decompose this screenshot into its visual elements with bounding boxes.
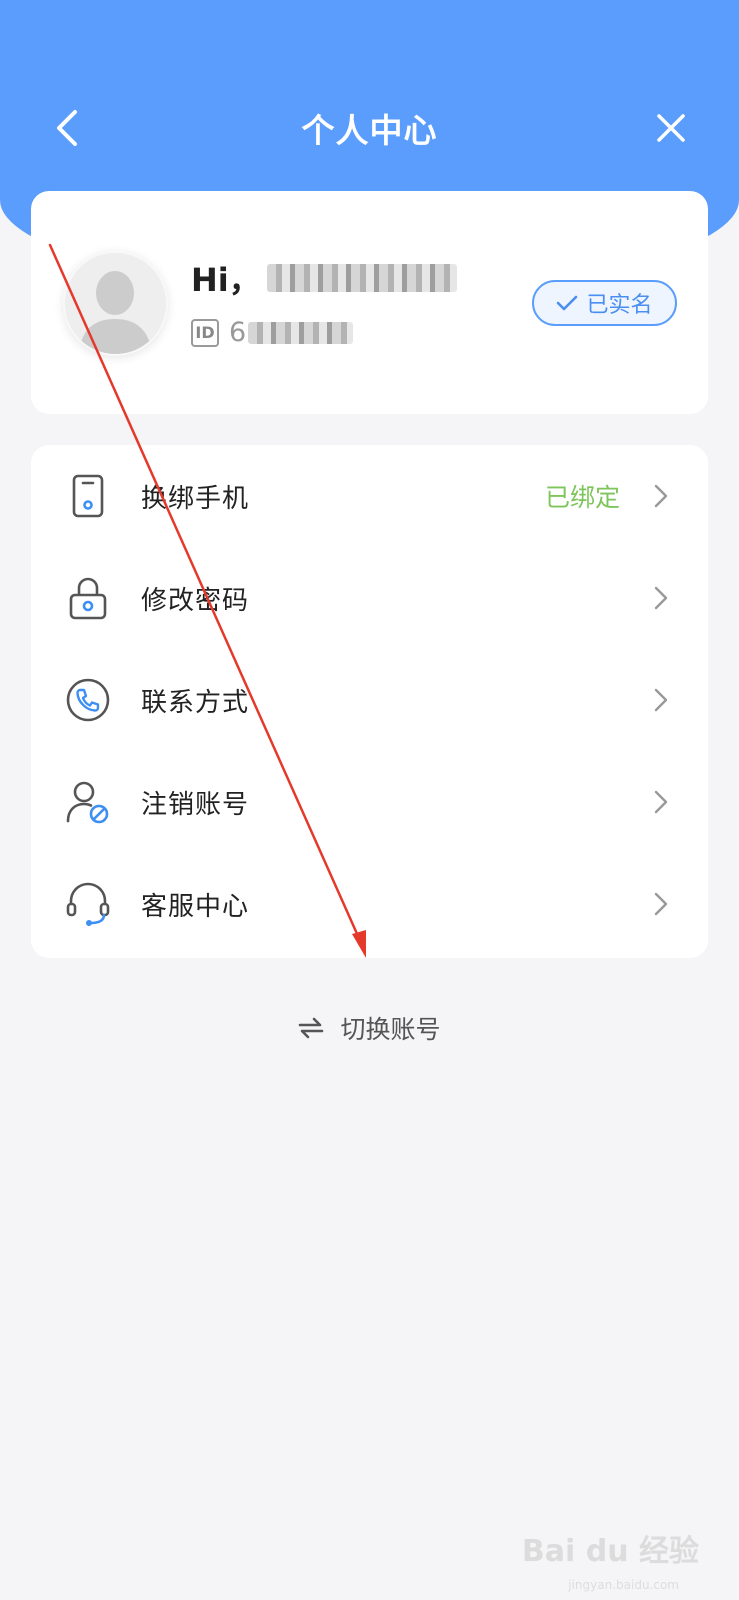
user-cancel-icon bbox=[63, 777, 113, 827]
profile-card: Hi， ID 6 已实名 bbox=[31, 191, 708, 414]
navigation-bar: 个人中心 bbox=[0, 90, 739, 166]
chevron-right-icon bbox=[650, 481, 672, 511]
close-button[interactable] bbox=[643, 100, 699, 156]
chevron-right-icon bbox=[650, 889, 672, 919]
switch-account-button[interactable]: 切换账号 bbox=[0, 1010, 739, 1046]
page-title: 个人中心 bbox=[301, 111, 438, 150]
watermark-brand: Bai du 经验 bbox=[521, 1534, 699, 1569]
chevron-right-icon bbox=[650, 583, 672, 613]
chevron-right-icon bbox=[650, 787, 672, 817]
menu-label: 换绑手机 bbox=[141, 483, 250, 514]
baidu-watermark-logo: Bai du 经验 bbox=[522, 1526, 699, 1570]
chevron-right-icon bbox=[650, 685, 672, 715]
user-avatar-icon bbox=[65, 253, 166, 354]
user-id-visible-digit: 6 bbox=[229, 317, 247, 348]
id-badge-icon: ID bbox=[191, 318, 219, 347]
watermark-url: jingyan.baidu.com bbox=[568, 1578, 679, 1592]
bind-status-text: 已绑定 bbox=[544, 483, 620, 512]
swap-icon bbox=[299, 1017, 324, 1039]
check-icon bbox=[557, 295, 578, 311]
menu-item-change-password[interactable]: 修改密码 bbox=[31, 547, 708, 649]
phone-call-icon bbox=[63, 675, 113, 725]
greeting-prefix: Hi， bbox=[191, 261, 261, 299]
user-id-row: ID 6 bbox=[191, 317, 354, 348]
menu-item-change-phone[interactable]: 换绑手机 已绑定 bbox=[31, 445, 708, 547]
switch-account-label: 切换账号 bbox=[340, 1015, 441, 1044]
masked-user-id bbox=[248, 321, 354, 344]
menu-label: 修改密码 bbox=[141, 585, 250, 616]
user-id-value: 6 bbox=[229, 317, 354, 348]
menu-item-contact-info[interactable]: 联系方式 bbox=[31, 649, 708, 751]
verified-badge: 已实名 bbox=[532, 280, 677, 326]
masked-phone-number bbox=[266, 264, 457, 292]
settings-menu: 换绑手机 已绑定 修改密码 联系方式 注销账号 客服中心 bbox=[31, 445, 708, 958]
menu-item-delete-account[interactable]: 注销账号 bbox=[31, 751, 708, 853]
menu-item-customer-service[interactable]: 客服中心 bbox=[31, 853, 708, 955]
user-greeting: Hi， bbox=[191, 255, 457, 301]
close-icon bbox=[657, 114, 685, 142]
phone-icon bbox=[63, 471, 113, 521]
menu-label: 注销账号 bbox=[141, 789, 250, 820]
menu-label: 联系方式 bbox=[141, 687, 250, 718]
lock-icon bbox=[63, 573, 113, 623]
headset-icon bbox=[63, 879, 113, 929]
avatar[interactable] bbox=[63, 251, 168, 356]
menu-label: 客服中心 bbox=[141, 891, 250, 922]
verified-label: 已实名 bbox=[586, 293, 653, 318]
